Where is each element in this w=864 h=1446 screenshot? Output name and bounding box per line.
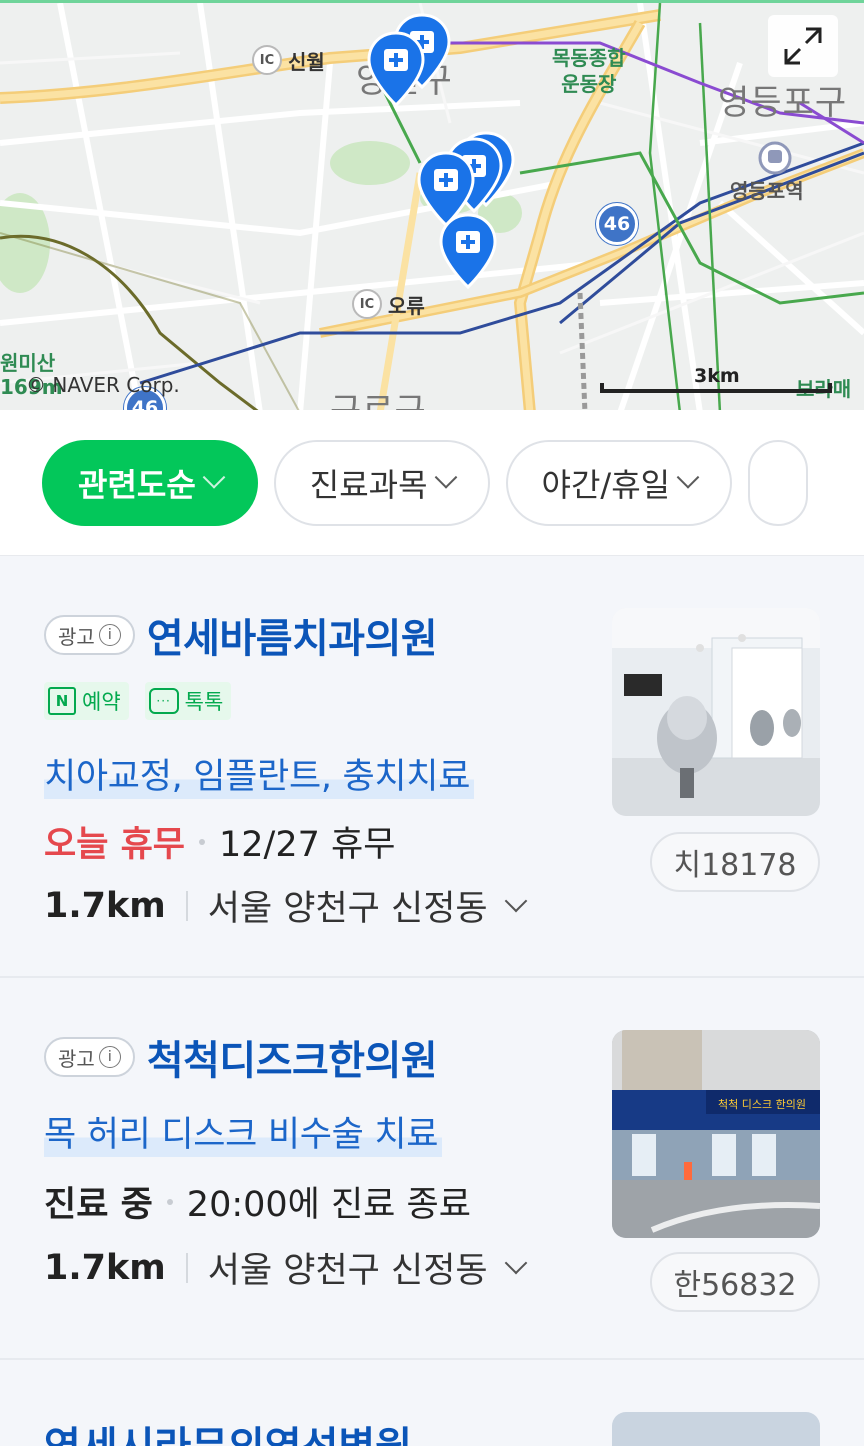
status-detail: 20:00에 진료 종료 <box>186 1185 471 1225</box>
info-icon: i <box>98 1046 121 1068</box>
info-icon: i <box>98 624 121 646</box>
status-closed-today: 오늘 휴무 <box>44 825 185 865</box>
listing-thumbnail[interactable] <box>612 608 820 816</box>
filter-chip-sort-relevance[interactable]: 관련도순 <box>42 439 258 526</box>
fullscreen-expand-button[interactable] <box>768 15 838 77</box>
address: 서울 양천구 신정동 <box>207 1251 488 1291</box>
naver-n-icon: N <box>48 687 76 715</box>
clinic-sign-text: 척척 디스크 한의원 <box>718 1098 806 1111</box>
naver-reserve-badge[interactable]: N 예약 <box>44 682 129 720</box>
district-label-yeongdeungpo: 영등포구 <box>718 83 848 123</box>
status-detail: 12/27 휴무 <box>219 825 396 865</box>
filter-chip-more[interactable] <box>748 439 809 526</box>
status-open: 진료 중 <box>44 1185 153 1225</box>
listing-status: 진료 중 20:00에 진료 종료 <box>44 1176 471 1227</box>
map-copyright: © NAVER Corp. <box>26 373 180 397</box>
license-code-badge: 한56832 <box>650 1252 820 1312</box>
dental-clinic-photo <box>612 608 820 816</box>
ad-badge[interactable]: 광고 i <box>44 1037 135 1077</box>
hospital-pin-icon[interactable] <box>366 31 426 109</box>
map-scale-bar: 3km <box>600 365 832 393</box>
listing-badges: N 예약 ··· 톡톡 <box>44 682 232 720</box>
hospital-pin-icon[interactable] <box>438 213 498 291</box>
separator-dot <box>199 838 205 845</box>
listing-title-row: 광고 i 척척디즈크한의원 <box>44 1028 438 1086</box>
filter-chip-bar[interactable]: 관련도순 진료과목 야간/휴일 <box>0 410 864 556</box>
listing-name[interactable]: 연세바름치과의원 <box>147 606 438 664</box>
address: 서울 양천구 신정동 <box>207 889 488 929</box>
license-code-badge: 치18178 <box>650 832 820 892</box>
chevron-down-icon[interactable] <box>504 1251 527 1274</box>
listing-name[interactable]: 연세시라무의영선병원 <box>44 1414 412 1446</box>
chevron-down-icon <box>434 465 457 489</box>
filter-chip-night-holiday[interactable]: 야간/휴일 <box>505 439 733 526</box>
chat-bubble-icon: ··· <box>148 688 179 714</box>
listing-address-row[interactable]: 1.7km 서울 양천구 신정동 <box>44 880 527 931</box>
list-item[interactable]: 연세시라무의영선병원 <box>0 1360 864 1446</box>
district-label-guro: 구로구 <box>330 383 427 410</box>
route-46-marker: 46 <box>596 203 638 245</box>
listing-description: 치아교정, 임플란트, 충치치료 <box>44 748 475 799</box>
expand-icon <box>784 27 822 65</box>
listing-address-row[interactable]: 1.7km 서울 양천구 신정동 <box>44 1242 527 1293</box>
listing-name[interactable]: 척척디즈크한의원 <box>147 1028 438 1086</box>
distance: 1.7km <box>44 1247 166 1288</box>
listing-thumbnail[interactable] <box>612 1412 820 1446</box>
separator-dot <box>166 1198 173 1205</box>
poi-mokdong-stadium: 목동종합 운동장 <box>552 46 626 96</box>
listing-title-row: 광고 i 연세바름치과의원 <box>44 606 438 664</box>
ic-sinwol: IC 신월 <box>252 45 325 75</box>
subway-station-icon <box>758 141 792 175</box>
list-item[interactable]: 광고 i 척척디즈크한의원 목 허리 디스크 비수술 치료 진료 중 20:00… <box>0 978 864 1360</box>
listing-status: 오늘 휴무 12/27 휴무 <box>44 816 395 867</box>
distance: 1.7km <box>44 885 166 926</box>
listing-description: 목 허리 디스크 비수술 치료 <box>44 1106 443 1157</box>
ad-badge[interactable]: 광고 i <box>44 615 135 655</box>
listing-thumbnail[interactable]: 척척 디스크 한의원 <box>612 1030 820 1238</box>
talktalk-badge[interactable]: ··· 톡톡 <box>144 682 232 720</box>
chevron-down-icon[interactable] <box>504 889 527 912</box>
ic-oryu: IC 오류 <box>352 289 425 319</box>
chevron-down-icon <box>676 465 700 489</box>
list-item[interactable]: 광고 i 연세바름치과의원 N 예약 ··· 톡톡 치아교정, 임플란트, 충치… <box>0 556 864 978</box>
map-view[interactable]: IC 신월 IC 오류 양천구 목동종합 운동장 영등포구 영등포역 구로구 원… <box>0 0 864 410</box>
filter-chip-department[interactable]: 진료과목 <box>273 439 490 526</box>
chevron-down-icon <box>202 465 226 489</box>
station-label-yeongdeungpo: 영등포역 <box>730 179 804 203</box>
clinic-building-photo: 척척 디스크 한의원 <box>612 1030 820 1238</box>
